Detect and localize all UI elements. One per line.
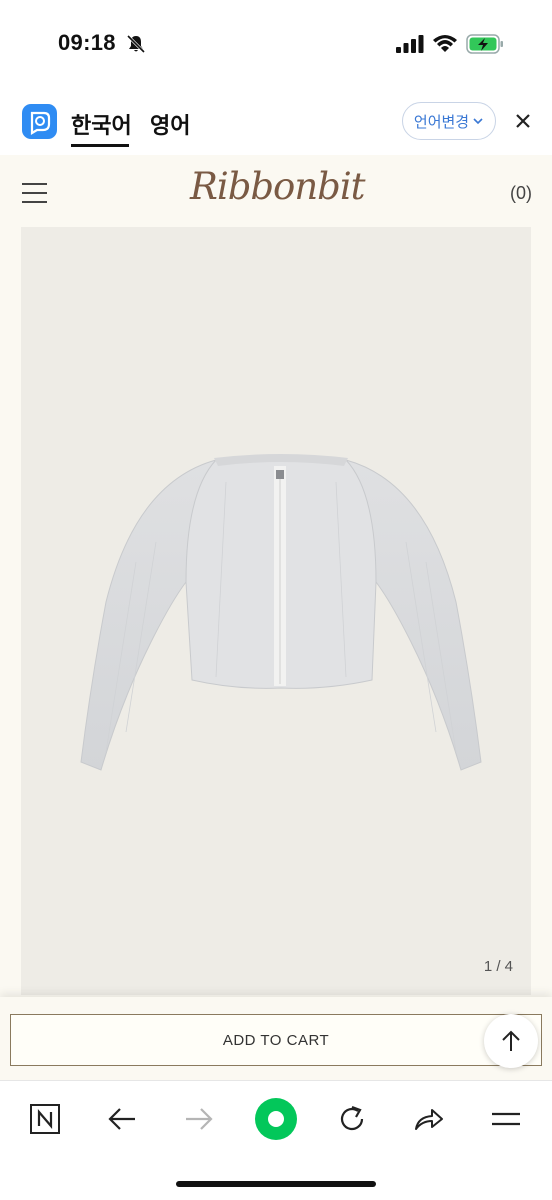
green-home-icon[interactable] — [254, 1097, 298, 1141]
menu-icon[interactable] — [488, 1101, 524, 1137]
cellular-signal-icon — [396, 35, 424, 53]
forward-arrow-icon[interactable] — [181, 1101, 217, 1137]
webpage: Ribbonbit (0) 1 / 4 — [0, 155, 552, 1080]
papago-logo-icon[interactable] — [22, 104, 57, 139]
cart-action-bar: ADD TO CART — [0, 997, 552, 1080]
translate-bar: 한국어 영어 언어변경 — [0, 90, 552, 154]
cart-count[interactable]: (0) — [510, 183, 532, 204]
change-language-button[interactable]: 언어변경 — [402, 102, 496, 140]
image-page-indicator: 1 / 4 — [483, 958, 513, 975]
home-indicator — [176, 1181, 376, 1187]
tab-english[interactable]: 영어 — [150, 108, 190, 140]
hamburger-menu-icon[interactable] — [22, 183, 47, 205]
naver-n-icon[interactable] — [27, 1101, 63, 1137]
refresh-icon[interactable] — [334, 1101, 370, 1137]
add-to-cart-button[interactable]: ADD TO CART — [10, 1014, 542, 1066]
share-icon[interactable] — [411, 1101, 447, 1137]
wifi-icon — [433, 35, 457, 52]
status-time: 09:18 — [58, 30, 116, 55]
product-image-carousel[interactable]: 1 / 4 — [21, 227, 531, 995]
back-arrow-icon[interactable] — [104, 1101, 140, 1137]
tab-korean[interactable]: 한국어 — [71, 108, 132, 140]
status-bar: 09:18 — [0, 0, 552, 90]
brand-logo[interactable]: Ribbonbit — [190, 165, 366, 225]
arrow-up-icon — [502, 1030, 520, 1051]
battery-charging-icon — [466, 34, 503, 54]
chevron-down-icon — [473, 118, 483, 125]
scroll-to-top-button[interactable] — [484, 1014, 538, 1068]
active-tab-indicator — [71, 144, 129, 147]
bell-slash-icon — [126, 34, 146, 54]
close-icon[interactable] — [512, 110, 534, 132]
white-cardigan-image — [80, 454, 482, 771]
change-language-label: 언어변경 — [413, 112, 470, 131]
browser-toolbar — [0, 1080, 552, 1200]
